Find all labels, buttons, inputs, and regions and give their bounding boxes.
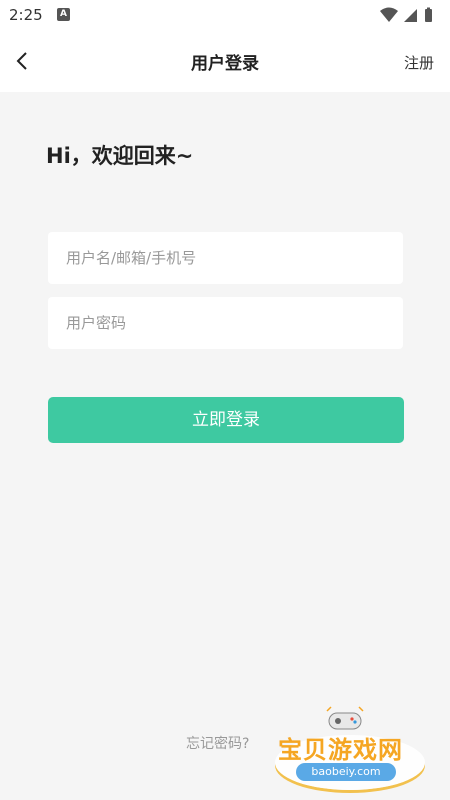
- app-header: 用户登录 注册: [0, 32, 450, 92]
- signal-icon: [404, 9, 417, 22]
- watermark-url: baobeiy.com: [296, 763, 396, 781]
- status-bar: 2:25 A: [0, 0, 450, 32]
- watermark-logo: 宝贝游戏网 baobeiy.com: [270, 705, 430, 795]
- username-field[interactable]: [48, 232, 403, 284]
- wifi-icon: [380, 7, 432, 22]
- password-input[interactable]: [48, 297, 403, 349]
- status-icons: [380, 7, 440, 23]
- password-field[interactable]: [48, 297, 403, 349]
- username-input[interactable]: [48, 232, 403, 284]
- status-time: 2:25: [9, 6, 43, 24]
- notification-icon: A: [57, 8, 70, 21]
- watermark-brand: 宝贝游戏网: [278, 736, 403, 764]
- forgot-password-link[interactable]: 忘记密码?: [186, 733, 249, 753]
- page-title: 用户登录: [191, 54, 259, 74]
- greeting-text: Hi，欢迎回来~: [46, 144, 194, 168]
- gamepad-icon: [326, 706, 364, 730]
- battery-icon: [425, 9, 432, 22]
- register-link[interactable]: 注册: [404, 52, 434, 73]
- login-button[interactable]: 立即登录: [48, 397, 404, 443]
